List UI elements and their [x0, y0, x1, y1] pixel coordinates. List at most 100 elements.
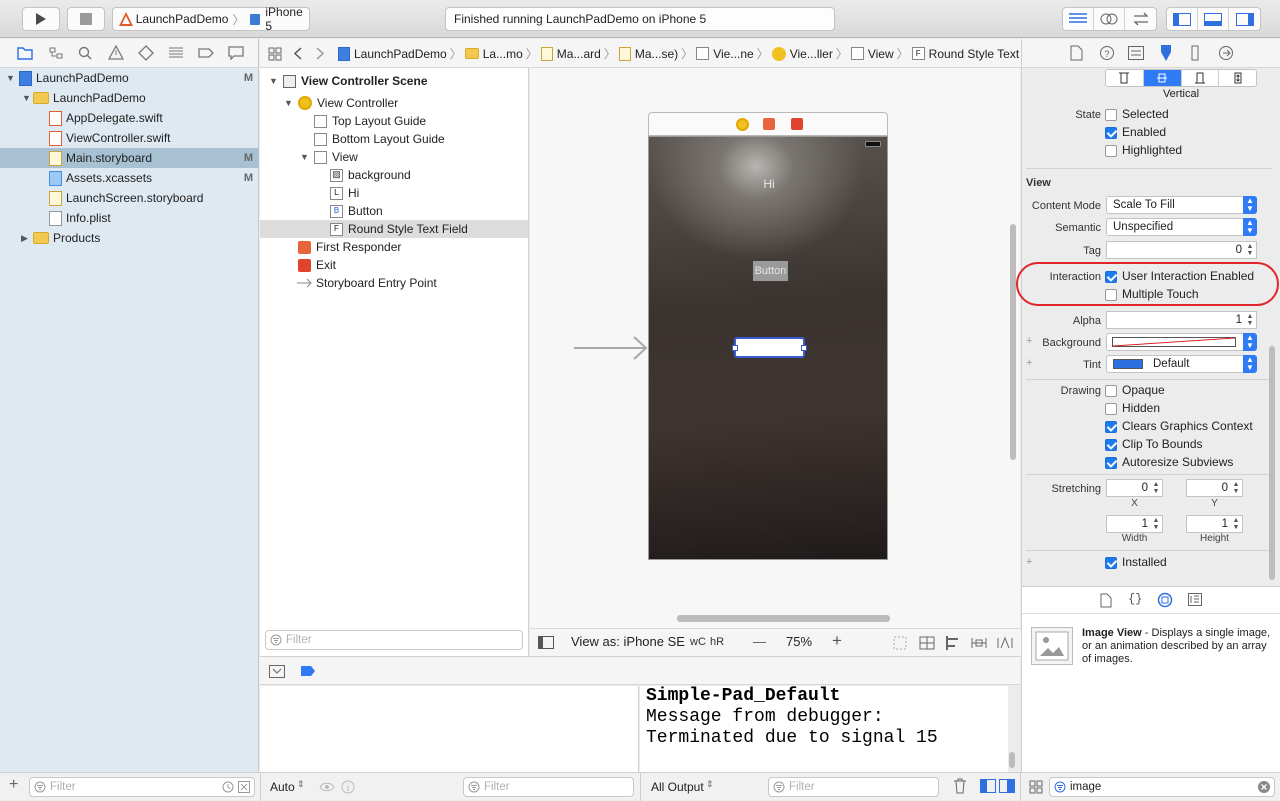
clip-to-bounds-checkbox[interactable]: [1105, 439, 1117, 451]
enabled-checkbox[interactable]: [1105, 127, 1117, 139]
test-navigator-icon[interactable]: [138, 45, 154, 61]
debug-navigator-icon[interactable]: [168, 46, 184, 60]
standard-editor-button[interactable]: [1063, 8, 1094, 30]
disclosure-open-icon[interactable]: ▼: [300, 152, 309, 162]
connections-inspector-icon[interactable]: [1218, 45, 1234, 61]
outline-filter-field[interactable]: Filter: [265, 630, 523, 650]
breakpoints-toggle-icon[interactable]: [300, 665, 316, 677]
image-view-library-icon[interactable]: [1031, 627, 1073, 665]
tree-row-group[interactable]: ▶ Products: [0, 228, 259, 248]
breadcrumb-item[interactable]: LaunchPadDemo: [354, 47, 447, 61]
breakpoint-navigator-icon[interactable]: [198, 46, 214, 60]
alpha-field[interactable]: 1 ▲ ▼: [1106, 311, 1257, 329]
identity-inspector-icon[interactable]: [1128, 46, 1144, 60]
debug-layout-toggle-icon[interactable]: [980, 779, 1016, 793]
disclosure-open-icon[interactable]: ▼: [6, 73, 15, 83]
outline-row[interactable]: ▨ background: [260, 166, 528, 184]
outline-row[interactable]: Bottom Layout Guide: [260, 130, 528, 148]
library-search-field[interactable]: image: [1049, 777, 1275, 797]
stretch-width-field[interactable]: 1 ▲ ▼: [1106, 515, 1163, 533]
view-controller-view[interactable]: Hi Button: [648, 136, 888, 560]
horizontal-scrollbar[interactable]: [677, 615, 890, 622]
quick-look-icon[interactable]: [319, 780, 335, 794]
outline-row[interactable]: Top Layout Guide: [260, 112, 528, 130]
align-top-button[interactable]: [1106, 70, 1144, 86]
stepper-icon[interactable]: ▲ ▼: [1231, 517, 1241, 531]
stepper-icon[interactable]: ▲ ▼: [1231, 481, 1241, 495]
assistant-editor-button[interactable]: [1094, 8, 1125, 30]
project-navigator-icon[interactable]: [17, 46, 33, 60]
semantic-popup[interactable]: Unspecified ▲ ▼: [1106, 218, 1257, 236]
toggle-utilities-button[interactable]: [1229, 8, 1260, 30]
stepper-icon[interactable]: ▲ ▼: [1245, 243, 1255, 257]
align-icon[interactable]: [945, 635, 961, 651]
forward-chevron-icon[interactable]: [316, 47, 324, 60]
tree-row-file[interactable]: ViewController.swift: [0, 128, 259, 148]
variables-scope-popup[interactable]: Auto: [270, 780, 295, 794]
background-color-popup[interactable]: ▲ ▼: [1106, 333, 1257, 351]
tint-color-popup[interactable]: Default ▲ ▼: [1106, 355, 1257, 373]
tree-row-group[interactable]: ▼ LaunchPadDemo: [0, 88, 259, 108]
print-description-icon[interactable]: [341, 780, 355, 794]
disclosure-open-icon[interactable]: ▼: [22, 93, 31, 103]
quick-help-icon[interactable]: ?: [1099, 45, 1115, 61]
variables-filter-field[interactable]: Filter: [463, 777, 634, 797]
toggle-navigator-button[interactable]: [1167, 8, 1198, 30]
stretch-x-field[interactable]: 0 ▲ ▼: [1106, 479, 1163, 497]
tree-row-file[interactable]: Assets.xcassets M: [0, 168, 259, 188]
inspector-scrollbar[interactable]: [1269, 346, 1275, 580]
opaque-checkbox[interactable]: [1105, 385, 1117, 397]
back-chevron-icon[interactable]: [294, 47, 302, 60]
storyboard-button[interactable]: Button: [753, 261, 788, 281]
pin-icon[interactable]: [971, 635, 987, 651]
run-button[interactable]: [22, 7, 60, 31]
scheme-selector[interactable]: LaunchPadDemo 〉 iPhone 5: [112, 5, 310, 33]
clears-graphics-context-checkbox[interactable]: [1105, 421, 1117, 433]
report-navigator-icon[interactable]: [228, 46, 244, 60]
disclosure-closed-icon[interactable]: ▶: [21, 233, 28, 244]
add-variation-icon[interactable]: +: [1026, 556, 1032, 568]
stop-button[interactable]: [67, 7, 105, 31]
library-item-description[interactable]: Image View - Displays a single image, or…: [1082, 627, 1272, 666]
breadcrumb-item[interactable]: Ma...ard: [557, 47, 601, 61]
size-inspector-icon[interactable]: [1189, 45, 1201, 61]
tree-row-file[interactable]: LaunchScreen.storyboard: [0, 188, 259, 208]
console-scrollbar[interactable]: [1009, 752, 1015, 768]
breadcrumb-item[interactable]: La...mo: [483, 47, 523, 61]
entry-point-arrow-icon[interactable]: [574, 336, 650, 360]
resolve-issues-icon[interactable]: [997, 635, 1013, 651]
update-frames-icon[interactable]: [892, 635, 908, 651]
outline-row[interactable]: ▼ View: [260, 148, 528, 166]
disclosure-open-icon[interactable]: ▼: [269, 76, 278, 86]
tree-row-file[interactable]: Info.plist: [0, 208, 259, 228]
first-responder-icon[interactable]: [763, 118, 775, 130]
grid-view-icon[interactable]: [1029, 780, 1043, 794]
attributes-inspector-icon[interactable]: [1158, 44, 1174, 62]
outline-toggle-icon[interactable]: [538, 636, 554, 649]
storyboard-canvas[interactable]: Hi Button: [530, 68, 1020, 628]
tag-field[interactable]: 0 ▲ ▼: [1106, 241, 1257, 259]
resize-handle[interactable]: [801, 345, 807, 351]
scm-filter-icon[interactable]: [238, 781, 250, 793]
related-items-icon[interactable]: [268, 47, 282, 61]
navigator-filter-field[interactable]: Filter: [29, 777, 255, 797]
recent-files-icon[interactable]: [222, 781, 234, 793]
stretch-y-field[interactable]: 0 ▲ ▼: [1186, 479, 1243, 497]
outline-row[interactable]: L Hi: [260, 184, 528, 202]
code-snippet-library-icon[interactable]: {}: [1128, 592, 1142, 606]
highlighted-checkbox[interactable]: [1105, 145, 1117, 157]
outline-row-scene[interactable]: ▼ View Controller Scene: [260, 72, 528, 90]
outline-row[interactable]: Exit: [260, 256, 528, 274]
installed-checkbox[interactable]: [1105, 557, 1117, 569]
breadcrumb-item[interactable]: Ma...se): [635, 47, 678, 61]
stepper-icon[interactable]: ▲ ▼: [1151, 517, 1161, 531]
symbol-navigator-icon[interactable]: [48, 46, 64, 60]
tree-row-file[interactable]: AppDelegate.swift: [0, 108, 259, 128]
selected-checkbox[interactable]: [1105, 109, 1117, 121]
console-output[interactable]: Simple-Pad_Default Message from debugger…: [640, 686, 1008, 772]
breadcrumb-item[interactable]: Vie...ller: [790, 47, 833, 61]
align-center-button[interactable]: [1143, 70, 1182, 86]
hidden-checkbox[interactable]: [1105, 403, 1117, 415]
version-editor-button[interactable]: [1125, 8, 1156, 30]
embed-stack-icon[interactable]: [919, 635, 935, 651]
